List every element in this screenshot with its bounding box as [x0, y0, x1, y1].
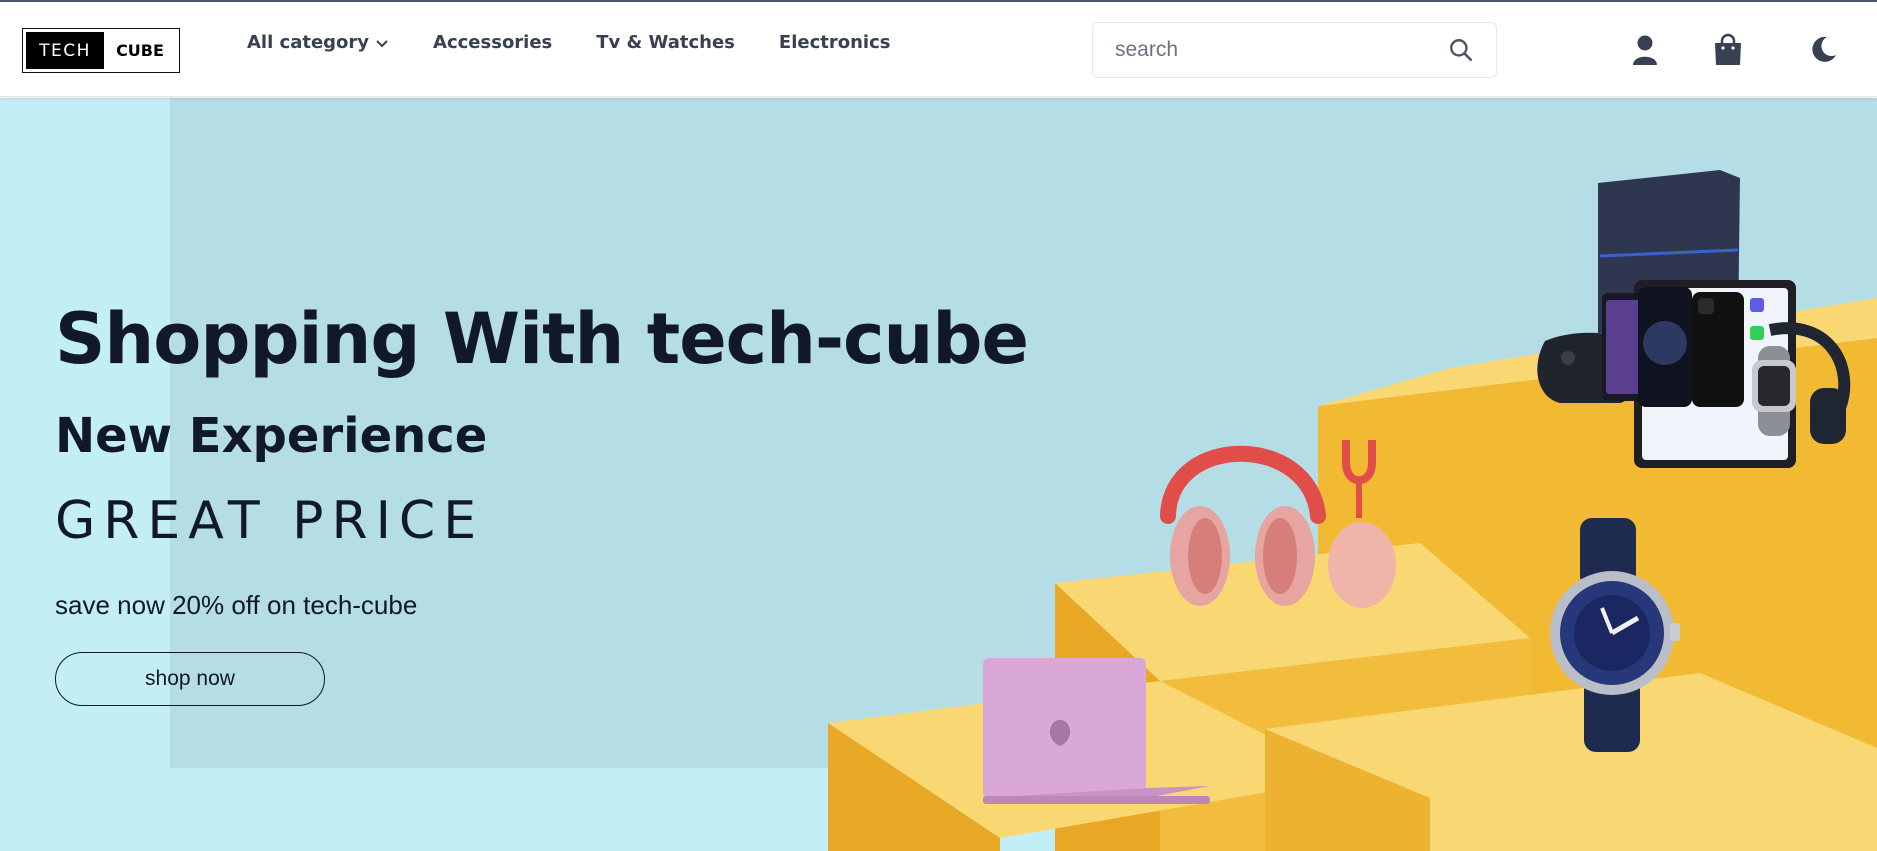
nav-accessories[interactable]: Accessories [433, 32, 552, 53]
logo[interactable]: TECH CUBE [22, 28, 180, 73]
user-icon[interactable] [1632, 34, 1658, 71]
shop-now-button[interactable]: shop now [55, 652, 325, 706]
navbar: TECH CUBE All category Accessories Tv & … [0, 2, 1877, 97]
hero-tagline: GREAT PRICE [55, 491, 485, 551]
moon-icon[interactable] [1810, 36, 1837, 68]
search-icon[interactable] [1426, 37, 1496, 63]
search-input[interactable] [1115, 38, 1426, 62]
iphone-image [1638, 287, 1744, 407]
shopping-bag-icon[interactable] [1713, 33, 1743, 71]
hero-title: Shopping With tech-cube [55, 298, 1029, 380]
search-box [1092, 22, 1497, 78]
logo-cube-text: CUBE [116, 41, 164, 60]
hero-illustration [828, 170, 1877, 851]
smartphone-image [1602, 293, 1644, 401]
nav-electronics-label: Electronics [778, 32, 891, 53]
nav-electronics[interactable]: Electronics [779, 32, 891, 53]
nav-all-category[interactable]: All category [247, 32, 389, 53]
nav-accessories-label: Accessories [433, 32, 553, 53]
chevron-down-icon [375, 36, 389, 50]
hero-banner: Shopping With tech-cube New Experience G… [0, 98, 1877, 851]
nav-all-category-label: All category [247, 32, 370, 53]
main-nav: All category Accessories Tv & Watches El… [247, 32, 934, 53]
nav-tv-watches[interactable]: Tv & Watches [596, 32, 735, 53]
hero-offer: save now 20% off on tech-cube [55, 590, 418, 620]
nav-tv-watches-label: Tv & Watches [596, 32, 735, 53]
smartwatch-image [1752, 346, 1796, 436]
logo-tech-text: TECH [26, 32, 104, 69]
hero-subtitle: New Experience [55, 408, 488, 464]
